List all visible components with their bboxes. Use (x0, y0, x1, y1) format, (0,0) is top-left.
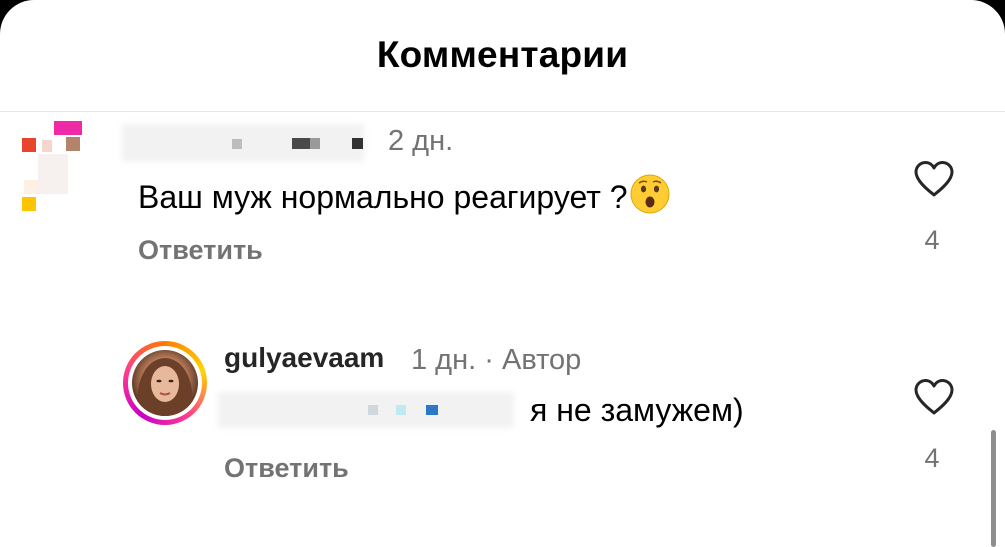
scrollbar[interactable] (991, 430, 996, 547)
header-divider (0, 111, 1005, 112)
profile-photo (132, 350, 198, 416)
username-pixel (310, 138, 320, 149)
avatar-pixel (22, 197, 36, 211)
heart-outline-icon[interactable] (913, 378, 955, 416)
avatar-pixel (22, 138, 36, 152)
comments-sheet: Комментарии 2 дн. Ваш муж нормально реаг… (0, 0, 1005, 547)
mention-pixel (368, 405, 378, 415)
like-count: 4 (924, 443, 940, 473)
hushed-face-emoji (630, 174, 670, 214)
reply-button[interactable]: Ответить (224, 453, 349, 484)
avatar[interactable] (123, 341, 207, 425)
sheet-title: Комментарии (376, 34, 629, 75)
profile-face-icon (137, 358, 193, 416)
comment-meta: 1 дн. · Автор (411, 344, 581, 377)
heart-outline-icon[interactable] (913, 160, 955, 198)
avatar-pixel (54, 121, 82, 135)
username-pixel (232, 139, 242, 149)
comment-body: Ваш муж нормально реагирует ? (138, 179, 628, 215)
mention-pixel (426, 405, 438, 415)
like-count: 4 (924, 225, 940, 255)
username-blur (122, 124, 364, 162)
comment-body: я не замужем) (530, 392, 744, 428)
meta-separator: · (484, 344, 494, 376)
mention-pixel (396, 405, 406, 415)
comment-username[interactable]: gulyaevaam (224, 342, 384, 374)
mention-blur (218, 392, 514, 428)
comment-time: 2 дн. (388, 125, 454, 157)
comment-text: Ваш муж нормально реагирует ? (138, 174, 670, 216)
reply-button[interactable]: Ответить (138, 235, 263, 266)
avatar-pixel (38, 154, 68, 194)
comment-time: 1 дн. (411, 344, 477, 376)
avatar-ring-gap (128, 346, 202, 420)
avatar-pixel (42, 140, 52, 152)
author-badge: Автор (501, 344, 582, 376)
avatar-pixel (66, 137, 80, 151)
avatar-pixel (24, 180, 38, 194)
username-pixel (352, 138, 363, 149)
username-pixel (292, 138, 310, 149)
